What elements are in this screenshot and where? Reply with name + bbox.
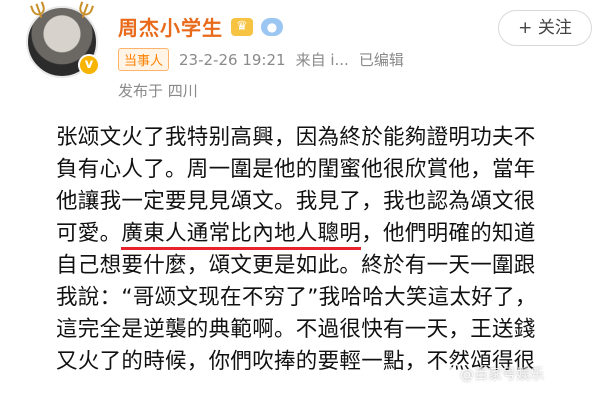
verified-icon: v <box>78 54 100 76</box>
body-line: 他讓我一定要見見頌文。我見了，我也認為頌文很 <box>56 189 536 214</box>
highlighted-text: 廣東人通常比內地人聰明 <box>121 221 362 250</box>
role-badge: 当事人 <box>118 48 170 71</box>
body-line: 這完全是逆襲的典範啊。不過很快有一天，王送錢 <box>56 317 536 342</box>
watermark-text: @百家号娱乐 <box>460 367 544 383</box>
author-row: 周杰小学生 ♛ ● <box>118 12 283 41</box>
body-line: 张颂文火了我特别高興，因為終於能夠證明功夫不 <box>56 125 536 150</box>
body-line: 自己想要什麼，頌文更是如此。終於有一天一圍跟 <box>56 253 536 278</box>
fish-icon[interactable]: ● <box>261 17 283 36</box>
body-text: ，他們明確的知道 <box>361 221 536 246</box>
author-name[interactable]: 周杰小学生 <box>118 12 223 41</box>
crown-icon[interactable]: ♛ <box>231 17 253 36</box>
watermark: @百家号娱乐 <box>440 364 544 384</box>
body-line: 負有心人了。周一圍是他的閨蜜他很欣賞他，當年 <box>56 157 536 182</box>
edited-label[interactable]: 已编辑 <box>359 49 404 70</box>
post-location: 发布于 四川 <box>118 82 198 100</box>
avatar[interactable]: Ψ Ψ v <box>26 0 100 78</box>
post-meta: 当事人 23-2-26 19:21 来自 i... 已编辑 <box>118 48 404 71</box>
post-header: Ψ Ψ v 周杰小学生 ♛ ● 当事人 23-2-26 19:21 来自 i..… <box>0 0 600 112</box>
body-line: 我說：“哥颂文现在不穷了”我哈哈大笑這太好了， <box>56 285 537 310</box>
body-line: 可愛。廣東人通常比內地人聰明，他們明確的知道 <box>56 218 596 250</box>
watermark-logo-icon <box>440 366 456 382</box>
follow-button[interactable]: + 关注 <box>498 10 592 46</box>
post-body: 张颂文火了我特别高興，因為終於能夠證明功夫不 負有心人了。周一圍是他的閨蜜他很欣… <box>56 122 596 378</box>
post-timestamp: 23-2-26 19:21 <box>179 50 286 69</box>
body-text: 可愛。 <box>56 221 122 246</box>
post-source: 来自 i... <box>295 51 349 69</box>
